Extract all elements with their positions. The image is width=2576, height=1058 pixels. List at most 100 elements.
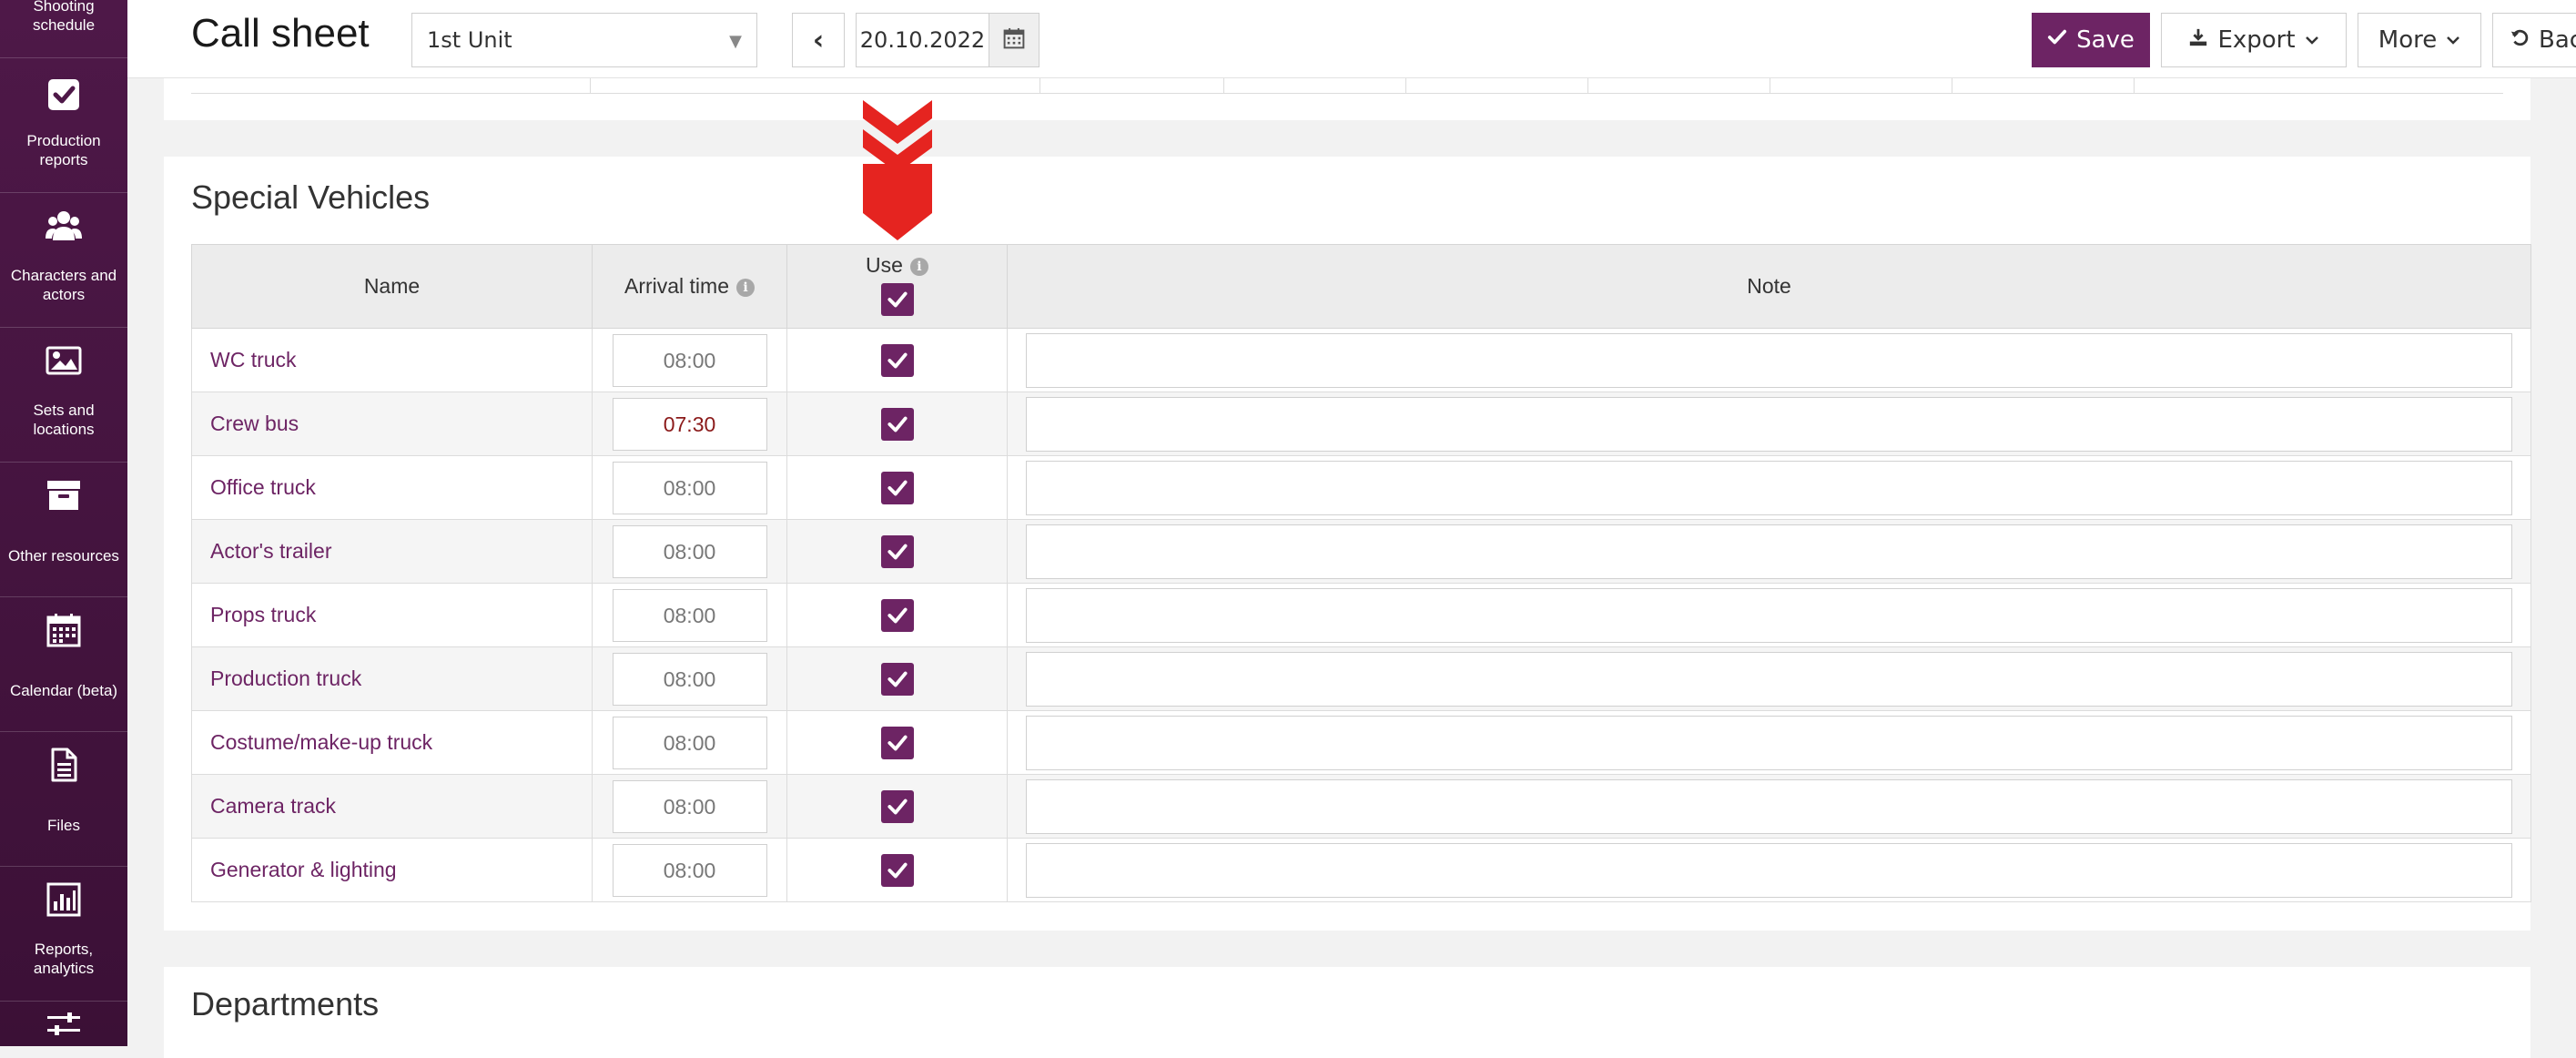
check-icon xyxy=(2047,26,2067,54)
vehicle-name-link[interactable]: Generator & lighting xyxy=(191,838,593,902)
export-button[interactable]: Export xyxy=(2161,13,2347,67)
image-icon xyxy=(46,342,82,379)
date-input[interactable]: 20.10.2022 xyxy=(856,13,989,67)
unit-select-value: 1st Unit xyxy=(427,27,512,53)
note-input[interactable] xyxy=(1026,332,2512,388)
arrival-time-input[interactable]: 08:00 xyxy=(612,716,767,769)
note-cell xyxy=(1007,392,2531,456)
sliders-icon xyxy=(46,1011,82,1047)
note-input[interactable] xyxy=(1026,524,2512,579)
sidebar-item-other-resources[interactable]: Other resources xyxy=(0,463,127,597)
use-cell xyxy=(786,838,1008,902)
table-row: WC truck 08:00 xyxy=(191,328,2531,392)
divider xyxy=(1587,78,1588,93)
info-icon[interactable]: i xyxy=(736,278,755,297)
chevron-down-icon xyxy=(2446,26,2460,54)
sidebar-item-calendar[interactable]: Calendar (beta) xyxy=(0,597,127,732)
undo-icon xyxy=(2510,26,2530,54)
use-cell xyxy=(786,583,1008,647)
checkmark-icon xyxy=(887,544,908,559)
top-bar: Call sheet 1st Unit ▼ ‹ 20.10.2022 Save … xyxy=(127,0,2576,78)
arrival-time-input[interactable]: 08:00 xyxy=(612,779,767,833)
column-header-label: Use xyxy=(866,253,903,277)
sidebar-item-sets-locations[interactable]: Sets and locations xyxy=(0,328,127,463)
sidebar-item-label: Reports, analytics xyxy=(33,941,95,977)
vehicle-name-link[interactable]: Costume/make-up truck xyxy=(191,710,593,775)
select-all-checkbox[interactable] xyxy=(880,283,914,316)
arrival-time-input[interactable]: 07:30 xyxy=(612,397,767,451)
note-input[interactable] xyxy=(1026,715,2512,770)
caret-down-icon: ▼ xyxy=(729,32,742,51)
previous-day-button[interactable]: ‹ xyxy=(792,13,845,67)
use-cell xyxy=(786,392,1008,456)
checkmark-icon xyxy=(887,799,908,814)
arrival-time-cell: 08:00 xyxy=(592,646,787,711)
checkmark-icon xyxy=(887,607,908,623)
sidebar-item-label: Production reports xyxy=(26,132,101,168)
note-input[interactable] xyxy=(1026,587,2512,643)
archive-icon xyxy=(46,477,82,514)
arrival-time-input[interactable]: 08:00 xyxy=(612,588,767,642)
use-checkbox[interactable] xyxy=(880,726,914,759)
vehicle-name-link[interactable]: Crew bus xyxy=(191,392,593,456)
arrival-time-input[interactable]: 08:00 xyxy=(612,652,767,706)
table-row: Crew bus 07:30 xyxy=(191,392,2531,456)
sidebar-item-files[interactable]: Files xyxy=(0,732,127,867)
vehicle-name-link[interactable]: WC truck xyxy=(191,328,593,392)
use-checkbox[interactable] xyxy=(880,853,914,887)
use-checkbox[interactable] xyxy=(880,534,914,568)
date-picker-button[interactable] xyxy=(989,13,1040,67)
arrival-time-input[interactable]: 08:00 xyxy=(612,524,767,578)
note-input[interactable] xyxy=(1026,842,2512,898)
note-input[interactable] xyxy=(1026,651,2512,707)
unit-select[interactable]: 1st Unit ▼ xyxy=(411,13,757,67)
note-input[interactable] xyxy=(1026,778,2512,834)
file-icon xyxy=(46,747,82,783)
sidebar-item-settings[interactable] xyxy=(0,1002,127,1046)
info-icon[interactable]: i xyxy=(909,257,928,276)
use-checkbox[interactable] xyxy=(880,598,914,632)
divider xyxy=(1405,78,1406,93)
save-button[interactable]: Save xyxy=(2032,13,2150,67)
vehicle-name-link[interactable]: Actor's trailer xyxy=(191,519,593,584)
checkmark-icon xyxy=(887,291,908,308)
calendar-icon xyxy=(1002,26,1026,54)
checkmark-icon xyxy=(887,416,908,432)
departments-panel: Departments xyxy=(164,967,2530,1058)
note-cell xyxy=(1007,710,2531,775)
arrival-time-cell: 08:00 xyxy=(592,583,787,647)
use-checkbox[interactable] xyxy=(880,789,914,823)
use-checkbox[interactable] xyxy=(880,662,914,696)
checkmark-icon xyxy=(887,480,908,495)
vehicle-name-link[interactable]: Props truck xyxy=(191,583,593,647)
note-input[interactable] xyxy=(1026,460,2512,515)
back-button[interactable]: Back xyxy=(2492,13,2576,67)
arrival-time-cell: 08:00 xyxy=(592,774,787,839)
export-label: Export xyxy=(2217,26,2296,54)
arrival-time-cell: 08:00 xyxy=(592,710,787,775)
checkmark-icon xyxy=(887,671,908,687)
vehicle-name-link[interactable]: Office truck xyxy=(191,455,593,520)
users-icon xyxy=(46,208,82,244)
note-cell xyxy=(1007,519,2531,584)
use-checkbox[interactable] xyxy=(880,343,914,377)
vehicle-name-link[interactable]: Camera track xyxy=(191,774,593,839)
sidebar-item-label: Shooting schedule xyxy=(32,0,96,34)
sidebar-item-shooting-schedule[interactable]: Shooting schedule xyxy=(0,0,127,58)
arrival-time-input[interactable]: 08:00 xyxy=(612,333,767,387)
note-input[interactable] xyxy=(1026,396,2512,452)
save-label: Save xyxy=(2076,26,2135,54)
column-header-note: Note xyxy=(1007,244,2531,329)
arrival-time-input[interactable]: 08:00 xyxy=(612,843,767,897)
note-cell xyxy=(1007,774,2531,839)
sidebar-item-characters-actors[interactable]: Characters and actors xyxy=(0,193,127,328)
use-checkbox[interactable] xyxy=(880,407,914,441)
sidebar-item-label: Characters and actors xyxy=(10,267,117,303)
use-checkbox[interactable] xyxy=(880,471,914,504)
special-vehicles-panel: Special Vehicles Name Arrival time i Use i xyxy=(164,157,2531,931)
vehicle-name-link[interactable]: Production truck xyxy=(191,646,593,711)
arrival-time-input[interactable]: 08:00 xyxy=(612,461,767,514)
sidebar-item-reports-analytics[interactable]: Reports, analytics xyxy=(0,867,127,1002)
sidebar-item-production-reports[interactable]: Production reports xyxy=(0,58,127,193)
more-button[interactable]: More xyxy=(2358,13,2481,67)
